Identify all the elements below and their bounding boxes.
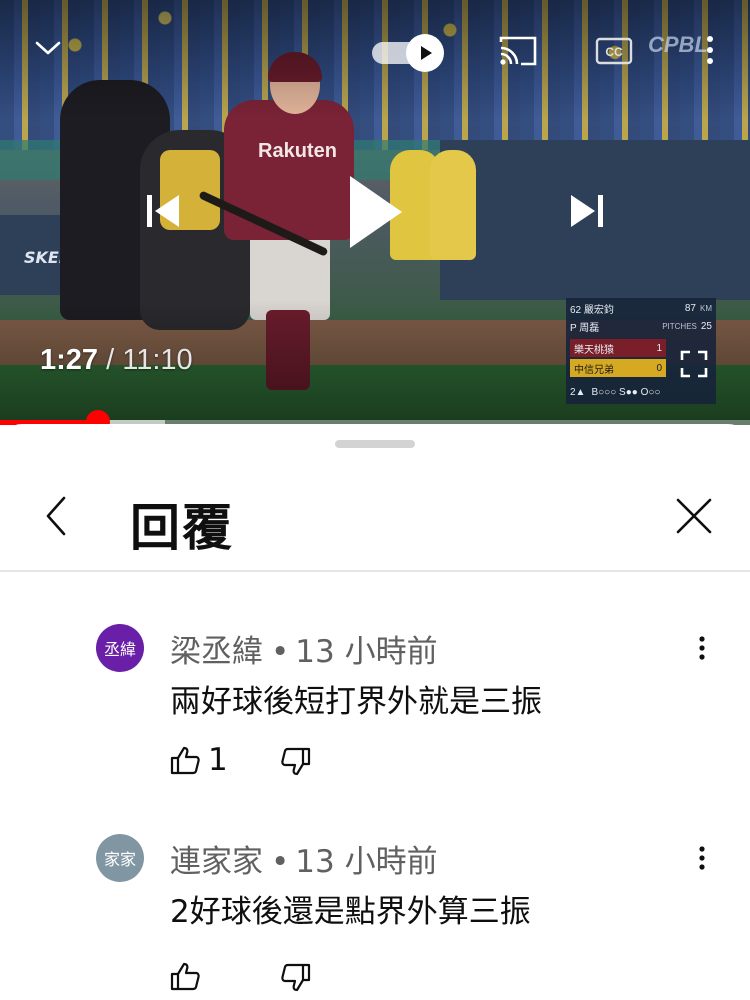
video-player[interactable]: SKEI Rakuten CC CPBL 62 嚴宏鈞 87 KM P 周磊 P…: [0, 0, 750, 425]
back-button[interactable]: [36, 492, 76, 540]
panel-title: 回覆: [130, 499, 234, 557]
chevron-left-icon: [46, 496, 66, 536]
comment-meta: 梁丞緯 • 13 小時前: [170, 626, 438, 671]
scoreboard-pitcher-row: 62 嚴宏鈞 87 KM: [566, 300, 716, 316]
comment-text: 2好球後還是點界外算三振: [170, 894, 531, 930]
comment-time: 13 小時前: [295, 844, 438, 880]
comment-item: 丞緯 梁丞緯 • 13 小時前 兩好球後短打界外就是三振 1: [0, 620, 750, 820]
drag-handle[interactable]: [335, 440, 415, 448]
team-score: 0: [656, 362, 662, 374]
ad-banner-text: SKEI: [24, 248, 65, 267]
thumbs-down-icon: [281, 747, 311, 776]
like-count: 1: [208, 742, 228, 778]
team-name: 中信兄弟: [574, 364, 614, 376]
comment-more-button[interactable]: [692, 840, 712, 876]
fullscreen-button[interactable]: [676, 346, 712, 382]
like-button[interactable]: [168, 958, 202, 994]
avatar-initials: 丞緯: [103, 640, 136, 659]
svg-text:CC: CC: [605, 45, 623, 59]
channel-watermark: CPBL: [648, 32, 708, 57]
more-vert-icon: [699, 846, 705, 870]
ball-strike-out-count: B○○○ S●● O○○: [591, 386, 661, 398]
batter-name: P 周磊: [570, 322, 600, 334]
dugout-player: [430, 150, 476, 260]
thumbs-down-icon: [281, 963, 311, 992]
comment-author[interactable]: 連家家: [170, 844, 263, 880]
team-name: 樂天桃猿: [574, 344, 614, 356]
meta-dot: •: [271, 634, 290, 670]
next-video-button[interactable]: [564, 188, 610, 234]
comment-author[interactable]: 梁丞緯: [170, 634, 263, 670]
cast-icon: [499, 36, 537, 66]
team-score: 1: [656, 342, 662, 354]
more-vert-icon: [707, 36, 713, 64]
chevron-down-icon: [35, 41, 61, 55]
current-time: 1:27: [40, 344, 99, 376]
like-button[interactable]: [168, 742, 202, 778]
player-more-button[interactable]: [700, 30, 720, 70]
team-score-box: 樂天桃猿 1: [570, 339, 666, 357]
time-display: 1:27 / 11:10: [40, 344, 193, 377]
comment-more-button[interactable]: [692, 630, 712, 666]
close-button[interactable]: [670, 492, 718, 540]
pitches-label: PITCHES: [662, 321, 697, 331]
meta-dot: •: [271, 844, 290, 880]
captions-button[interactable]: CC: [594, 34, 634, 68]
previous-video-button[interactable]: [140, 188, 186, 234]
skip-next-icon: [571, 195, 603, 227]
cast-button[interactable]: [496, 32, 540, 70]
skip-previous-icon: [147, 195, 179, 227]
closed-captions-icon: CC: [595, 37, 633, 65]
play-icon: [350, 176, 402, 248]
comment-item: 家家 連家家 • 13 小時前 2好球後還是點界外算三振: [0, 830, 750, 1000]
play-button[interactable]: [338, 168, 410, 256]
comment-time: 13 小時前: [295, 634, 438, 670]
autoplay-toggle[interactable]: [372, 34, 448, 72]
thumbs-up-icon: [170, 962, 200, 991]
dislike-button[interactable]: [278, 744, 314, 780]
pitcher-name: 62 嚴宏鈞: [570, 304, 614, 316]
pitch-count: 25: [700, 320, 712, 332]
duration: 11:10: [122, 344, 193, 376]
pitch-speed: 87: [684, 302, 696, 314]
thumbs-up-icon: [170, 746, 200, 775]
close-icon: [676, 498, 712, 534]
avatar-initials: 家家: [103, 850, 136, 869]
dislike-button[interactable]: [278, 960, 314, 996]
team-score-box: 中信兄弟 0: [570, 359, 666, 377]
inning-indicator: 2▲: [570, 386, 586, 398]
scoreboard-count-row: 2▲ B○○○ S●● O○○: [566, 384, 716, 400]
scoreboard-batter-row: P 周磊 PITCHES 25: [566, 318, 716, 334]
comment-meta: 連家家 • 13 小時前: [170, 836, 438, 881]
speed-unit: KM: [700, 303, 712, 313]
comment-text: 兩好球後短打界外就是三振: [170, 684, 542, 720]
panel-divider: [0, 570, 750, 572]
collapse-player-button[interactable]: [30, 30, 66, 66]
jersey-logo-text: Rakuten: [258, 140, 337, 162]
autoplay-toggle-icon: [406, 34, 444, 72]
fullscreen-icon: [680, 350, 708, 378]
avatar[interactable]: 丞緯: [96, 624, 144, 672]
avatar[interactable]: 家家: [96, 834, 144, 882]
more-vert-icon: [699, 636, 705, 660]
time-separator: /: [98, 344, 123, 376]
